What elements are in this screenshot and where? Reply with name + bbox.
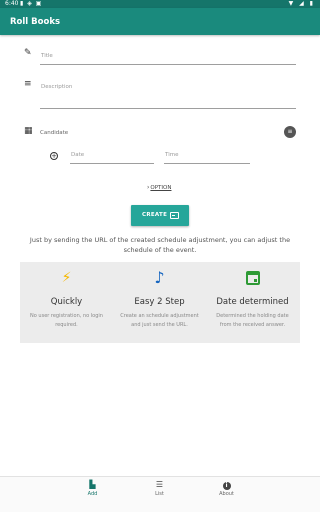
feature-desc: No user registration, no login required.	[30, 313, 103, 328]
music-note-icon: ♪	[154, 268, 165, 287]
add-candidate-icon[interactable]: +	[50, 152, 58, 160]
option-label: OPTION	[150, 185, 172, 191]
pencil-icon: ✎	[24, 48, 32, 58]
add-document-icon: ▙	[89, 480, 96, 489]
feature-date-determined: Date determined Determined the holding d…	[206, 262, 299, 343]
nav-item-about[interactable]: i About	[193, 477, 260, 512]
description-input[interactable]: Description	[41, 84, 72, 90]
lightning-icon: ⚡	[61, 270, 72, 286]
calendar-small-icon: ▦	[24, 126, 33, 136]
option-link[interactable]: ›OPTION	[147, 184, 171, 191]
notes-icon: ≡	[24, 79, 32, 89]
create-button[interactable]: CREATE	[131, 205, 189, 226]
info-icon: i	[193, 480, 260, 490]
app-bar: Roll Books	[0, 8, 320, 35]
feature-desc: Create an schedule adjustment and just s…	[120, 313, 199, 328]
intro-text: Just by sending the URL of the created s…	[29, 236, 291, 254]
status-system-icons: ▼ ◢ ▮	[288, 0, 315, 7]
list-icon: ☰	[155, 480, 164, 489]
candidate-label: Candidate	[40, 130, 69, 136]
send-icon	[170, 212, 179, 219]
create-button-label: CREATE	[142, 212, 168, 218]
title-input[interactable]: Title	[41, 53, 53, 59]
date-underline	[70, 163, 154, 164]
feature-title: Date determined	[216, 297, 289, 307]
title-underline	[40, 64, 296, 65]
calendar-icon	[206, 268, 299, 291]
nav-label: Add	[87, 491, 98, 497]
time-input[interactable]: Time	[165, 152, 178, 158]
bottom-nav: ▙ Add ☰ List i About	[0, 476, 320, 512]
nav-label: List	[155, 491, 164, 497]
time-underline	[164, 163, 250, 164]
feature-desc: Determined the holding date from the rec…	[216, 313, 289, 328]
feature-title: Quickly	[50, 297, 83, 307]
nav-item-add[interactable]: ▙ Add	[59, 477, 126, 512]
date-input[interactable]: Date	[71, 152, 84, 158]
features-panel: ⚡ Quickly No user registration, no login…	[20, 262, 300, 343]
description-underline	[40, 108, 296, 109]
status-bar: 6:40 ▮ ◈ ▣ ▼ ◢ ▮	[0, 0, 320, 8]
nav-label: About	[219, 491, 234, 497]
status-time: 6:40	[5, 0, 19, 7]
feature-title: Easy 2 Step	[134, 297, 185, 307]
status-notification-icons: ▮ ◈ ▣	[20, 0, 43, 7]
nav-item-list[interactable]: ☰ List	[126, 477, 193, 512]
filter-icon[interactable]: ≡	[284, 126, 296, 138]
feature-easy-steps: ♪ Easy 2 Step Create an schedule adjustm…	[113, 262, 206, 343]
app-title: Roll Books	[10, 17, 61, 27]
feature-quickly: ⚡ Quickly No user registration, no login…	[20, 262, 113, 343]
